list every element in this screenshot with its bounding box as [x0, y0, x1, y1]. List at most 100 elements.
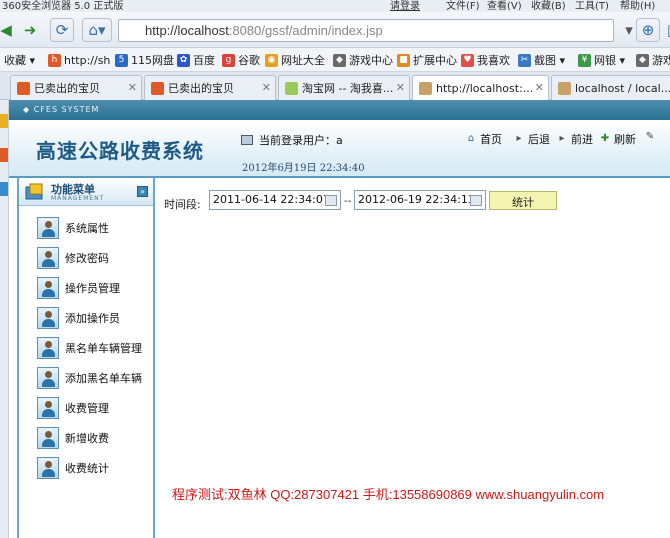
back-label: 后退: [528, 133, 550, 146]
fav-label: http://sh: [64, 53, 111, 67]
current-user-label: 当前登录用户：a: [259, 134, 343, 147]
user-icon: [37, 337, 59, 359]
home-label: 首页: [480, 133, 502, 146]
back-arrow-icon: ▸: [516, 133, 522, 144]
app-header: 高速公路收费系统 当前登录用户：a 2012年6月19日 22:34:40 ⌂ 首…: [9, 120, 670, 178]
apps-icon[interactable]: ▣: [662, 18, 670, 42]
tab-sold-items-1[interactable]: 已卖出的宝贝 ✕: [10, 75, 142, 100]
help-button[interactable]: ✎: [644, 131, 659, 143]
home-icon[interactable]: ⌂▾: [82, 18, 112, 42]
browser-title: 360安全浏览器 5.0 正式版: [2, 1, 124, 12]
sidebar-app-icon[interactable]: [0, 148, 8, 162]
fav-label: 百度: [193, 54, 215, 67]
fav-label: 扩展中心: [413, 54, 457, 67]
shield-icon[interactable]: ⊕: [636, 18, 660, 42]
forward-button[interactable]: ▸ 前进: [556, 131, 593, 147]
site-icon: h: [48, 53, 61, 67]
browser-title-bar: 360安全浏览器 5.0 正式版 请登录 文件(F) 查看(V) 收藏(B) 工…: [0, 0, 670, 12]
close-icon[interactable]: ✕: [396, 81, 405, 94]
taobao-icon: [151, 81, 164, 95]
menu-item-label: 操作员管理: [65, 282, 120, 295]
forward-arrow-icon[interactable]: ➜: [18, 18, 42, 42]
close-icon[interactable]: ✕: [535, 81, 544, 94]
fav-label: 网址大全: [281, 54, 325, 67]
tab-label: http://localhost:...: [436, 81, 534, 95]
fav-link-games[interactable]: ◆ 游戏: [636, 52, 670, 68]
url-path: :8080/gssf/admin/index.jsp: [228, 23, 383, 38]
fav-link-baidu[interactable]: ✿ 百度: [177, 52, 215, 68]
close-icon[interactable]: ✕: [128, 81, 137, 94]
menu-item-add-blacklist[interactable]: 添加黑名单车辆: [37, 366, 142, 390]
page-icon: [285, 81, 298, 95]
user-icon: [37, 247, 59, 269]
page-icon: [419, 81, 432, 95]
collapse-icon[interactable]: »: [137, 186, 148, 197]
back-arrow-icon[interactable]: ◀: [0, 18, 18, 42]
menu-item-add-toll[interactable]: 新增收费: [37, 426, 109, 450]
tab-localhost-active[interactable]: http://localhost:... ✕: [412, 75, 549, 100]
tab-label: localhost / local...: [575, 81, 670, 95]
login-link[interactable]: 请登录: [390, 0, 420, 12]
menu-item-label: 修改密码: [65, 252, 109, 265]
menu-item-toll-management[interactable]: 收费管理: [37, 396, 109, 420]
calendar-icon[interactable]: [325, 195, 337, 206]
puzzle-icon: ■: [397, 53, 410, 67]
favorites-label: 收藏: [4, 54, 26, 67]
tab-phpmyadmin[interactable]: localhost / local...: [551, 75, 670, 100]
favorites-menu[interactable]: 收藏 ▾: [4, 52, 35, 68]
close-icon[interactable]: ✕: [262, 81, 271, 94]
menu-folder-icon: [25, 183, 43, 200]
sidebar-star-icon[interactable]: [0, 114, 8, 128]
menu-item-change-password[interactable]: 修改密码: [37, 246, 109, 270]
refresh-icon[interactable]: ⟳: [50, 18, 74, 42]
favorites-bar: 收藏 ▾ h http://sh 5 115网盘 ✿ 百度 g 谷歌 ◉ 网址大全 ◆ 游戏…: [0, 48, 670, 72]
refresh-label: 刷新: [614, 133, 636, 146]
heart-icon: ♥: [461, 53, 474, 67]
gamepad-icon: ◆: [333, 53, 346, 67]
menu-tools[interactable]: 工具(T): [575, 0, 609, 12]
menu-help[interactable]: 帮助(H): [620, 0, 655, 12]
app-logo: ◆ CFES SYSTEM: [23, 105, 100, 114]
fav-label: 谷歌: [238, 54, 260, 67]
user-icon: [37, 397, 59, 419]
fav-link-google[interactable]: g 谷歌: [222, 52, 260, 68]
google-icon: g: [222, 53, 235, 67]
fav-link-like[interactable]: ♥ 我喜欢: [461, 52, 510, 68]
menu-item-label: 系统属性: [65, 222, 109, 235]
menu-item-blacklist-management[interactable]: 黑名单车辆管理: [37, 336, 142, 360]
user-icon: [37, 367, 59, 389]
fav-link-game-center[interactable]: ◆ 游戏中心: [333, 52, 393, 68]
menu-item-add-operator[interactable]: 添加操作员: [37, 306, 120, 330]
fav-link-extensions[interactable]: ■ 扩展中心: [397, 52, 457, 68]
sidebar-app-icon[interactable]: [0, 182, 8, 196]
fav-link-site-directory[interactable]: ◉ 网址大全: [265, 52, 325, 68]
fav-link-screenshot[interactable]: ✂ 截图 ▾: [518, 52, 565, 68]
menu-item-system-properties[interactable]: 系统属性: [37, 216, 109, 240]
fav-link-sh[interactable]: h http://sh: [48, 52, 110, 68]
home-button[interactable]: ⌂ 首页: [465, 131, 502, 147]
menu-item-toll-statistics[interactable]: 收费统计: [37, 456, 109, 480]
start-datetime-input[interactable]: 2011-06-14 22:34:07: [209, 190, 341, 210]
fav-link-115[interactable]: 5 115网盘: [115, 52, 174, 68]
user-icon: [37, 307, 59, 329]
statistics-button[interactable]: 统计: [489, 191, 557, 210]
home-icon: ⌂: [467, 133, 475, 144]
calendar-icon[interactable]: [470, 195, 482, 206]
menu-file[interactable]: 文件(F): [446, 0, 480, 12]
menu-view[interactable]: 查看(V): [487, 0, 522, 12]
back-button[interactable]: ▸ 后退: [513, 131, 550, 147]
fav-label: 115网盘: [131, 54, 174, 67]
taobao-icon: [17, 81, 30, 95]
menu-favorites[interactable]: 收藏(B): [531, 0, 566, 12]
address-bar[interactable]: http://localhost:8080/gssf/admin/index.j…: [118, 19, 614, 42]
menu-item-operator-management[interactable]: 操作员管理: [37, 276, 120, 300]
refresh-button[interactable]: ✚ 刷新: [599, 131, 636, 147]
end-datetime-value: 2012-06-19 22:34:13: [358, 193, 475, 206]
tab-sold-items-2[interactable]: 已卖出的宝贝 ✕: [144, 75, 276, 100]
tab-taobao[interactable]: 淘宝网 -- 淘我喜... ✕: [278, 75, 410, 100]
menu-item-label: 黑名单车辆管理: [65, 342, 142, 355]
fav-link-bank[interactable]: ¥ 网银 ▾: [578, 52, 625, 68]
end-datetime-input[interactable]: 2012-06-19 22:34:13: [354, 190, 486, 210]
user-icon: [37, 217, 59, 239]
function-menu-header: 功能菜单 MANAGEMENT »: [19, 178, 153, 206]
